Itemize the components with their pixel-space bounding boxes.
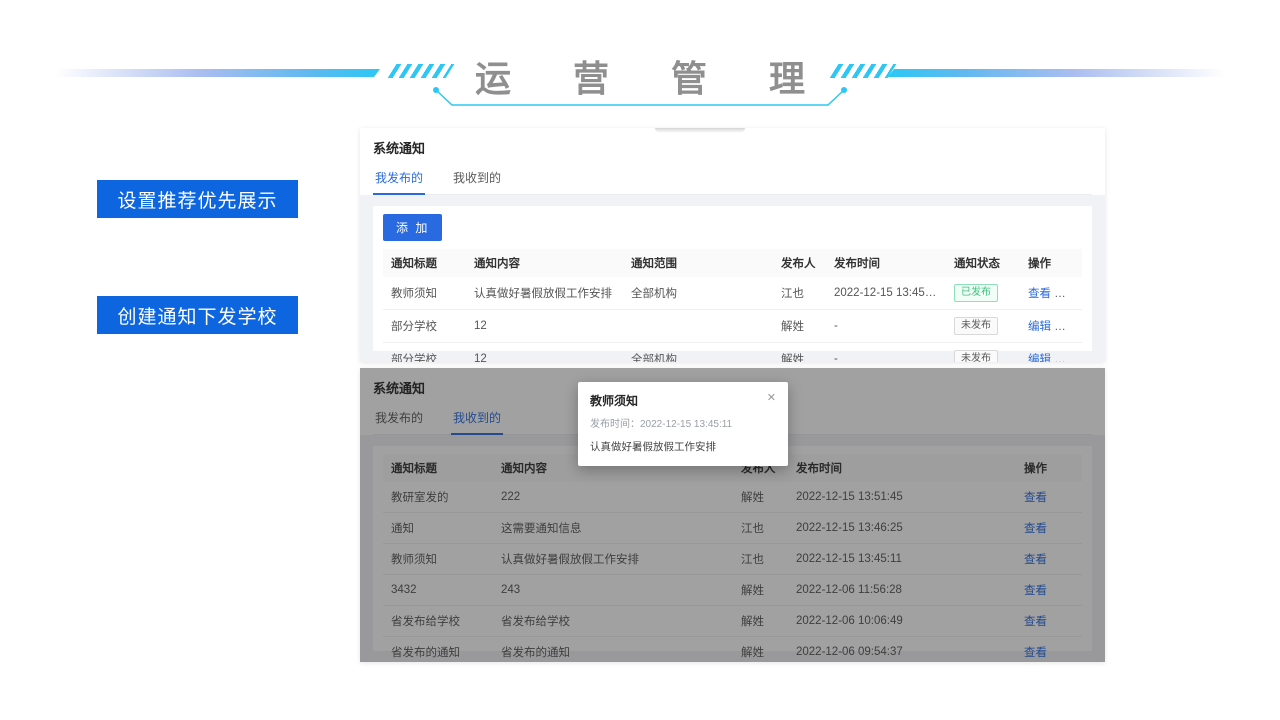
tab-my-received[interactable]: 我收到的 bbox=[451, 164, 503, 194]
cell-scope bbox=[623, 310, 773, 343]
cell-title: 部分学校 bbox=[383, 343, 466, 363]
page-title: 运营管理 bbox=[0, 50, 1280, 102]
col-scope: 通知范围 bbox=[623, 249, 773, 277]
cell-scope: 全部机构 bbox=[623, 277, 773, 310]
cell-title: 教师须知 bbox=[383, 277, 466, 310]
modal-publish-time: 发布时间：2022-12-15 13:45:11 bbox=[590, 415, 776, 430]
edit-link[interactable]: 编辑 bbox=[1028, 321, 1051, 333]
table-header-row: 通知标题 通知内容 通知范围 发布人 发布时间 通知状态 操作 bbox=[383, 249, 1082, 277]
callout-set-recommendation: 设置推荐优先展示 bbox=[97, 180, 298, 218]
callout-create-notification: 创建通知下发学校 bbox=[97, 296, 298, 334]
cell-publisher: 解姓 bbox=[773, 310, 826, 343]
col-status: 通知状态 bbox=[946, 249, 1020, 277]
callout-label: 设置推荐优先展示 bbox=[117, 186, 277, 213]
panel-top-shadow bbox=[655, 128, 745, 133]
cell-status: 已发布 bbox=[946, 277, 1020, 310]
table-row: 部分学校 12 全部机构 解姓 - 未发布 编辑 删除 bbox=[383, 343, 1082, 363]
cell-actions: 编辑 删除 bbox=[1020, 343, 1082, 363]
publish-time-value: 2022-12-15 13:45:11 bbox=[640, 419, 732, 430]
status-badge: 未发布 bbox=[954, 317, 998, 335]
cell-title: 部分学校 bbox=[383, 310, 466, 343]
cell-status: 未发布 bbox=[946, 310, 1020, 343]
published-notifications-table: 通知标题 通知内容 通知范围 发布人 发布时间 通知状态 操作 教师须知 认真做… bbox=[383, 249, 1082, 362]
col-title: 通知标题 bbox=[383, 249, 466, 277]
col-publisher: 发布人 bbox=[773, 249, 826, 277]
table-row: 教师须知 认真做好暑假放假工作安排 全部机构 江也 2022-12-15 13:… bbox=[383, 277, 1082, 310]
cell-time: 2022-12-15 13:45:11 bbox=[826, 277, 946, 310]
panel-title: 系统通知 bbox=[373, 138, 1092, 157]
cell-scope: 全部机构 bbox=[623, 343, 773, 363]
modal-title: 教师须知 bbox=[590, 392, 638, 409]
cell-content: 12 bbox=[466, 310, 623, 343]
notification-detail-modal: 教师须知 ✕ 发布时间：2022-12-15 13:45:11 认真做好暑假放假… bbox=[578, 382, 788, 466]
cell-publisher: 解姓 bbox=[773, 343, 826, 363]
publish-time-label: 发布时间： bbox=[590, 419, 640, 430]
system-notification-panel-published: 系统通知 我发布的 我收到的 添 加 通知标题 通知内容 通知范围 发布人 bbox=[360, 128, 1105, 362]
cell-status: 未发布 bbox=[946, 343, 1020, 363]
cell-publisher: 江也 bbox=[773, 277, 826, 310]
modal-content: 认真做好暑假放假工作安排 bbox=[590, 439, 776, 454]
close-icon[interactable]: ✕ bbox=[767, 392, 776, 404]
col-actions: 操作 bbox=[1020, 249, 1082, 277]
callout-label: 创建通知下发学校 bbox=[117, 302, 277, 329]
add-button[interactable]: 添 加 bbox=[383, 214, 442, 241]
system-notification-panel-received: 系统通知 我发布的 我收到的 通知标题 通知内容 发布人 发布时间 操作 bbox=[360, 368, 1105, 662]
edit-link[interactable]: 编辑 bbox=[1028, 354, 1051, 362]
col-content: 通知内容 bbox=[466, 249, 623, 277]
delete-link[interactable]: 删除 bbox=[1064, 288, 1082, 300]
delete-link[interactable]: 删除 bbox=[1064, 354, 1082, 362]
delete-link[interactable]: 删除 bbox=[1064, 321, 1082, 333]
cell-time: - bbox=[826, 343, 946, 363]
col-time: 发布时间 bbox=[826, 249, 946, 277]
view-link[interactable]: 查看 bbox=[1028, 288, 1051, 300]
status-badge: 未发布 bbox=[954, 350, 998, 362]
cell-content: 12 bbox=[466, 343, 623, 363]
tab-bar: 我发布的 我收到的 bbox=[373, 164, 1092, 195]
status-badge: 已发布 bbox=[954, 284, 998, 302]
table-row: 部分学校 12 解姓 - 未发布 编辑 删除 bbox=[383, 310, 1082, 343]
tab-my-published[interactable]: 我发布的 bbox=[373, 164, 425, 195]
cell-actions: 查看 删除 bbox=[1020, 277, 1082, 310]
cell-content: 认真做好暑假放假工作安排 bbox=[466, 277, 623, 310]
cell-time: - bbox=[826, 310, 946, 343]
cell-actions: 编辑 删除 bbox=[1020, 310, 1082, 343]
